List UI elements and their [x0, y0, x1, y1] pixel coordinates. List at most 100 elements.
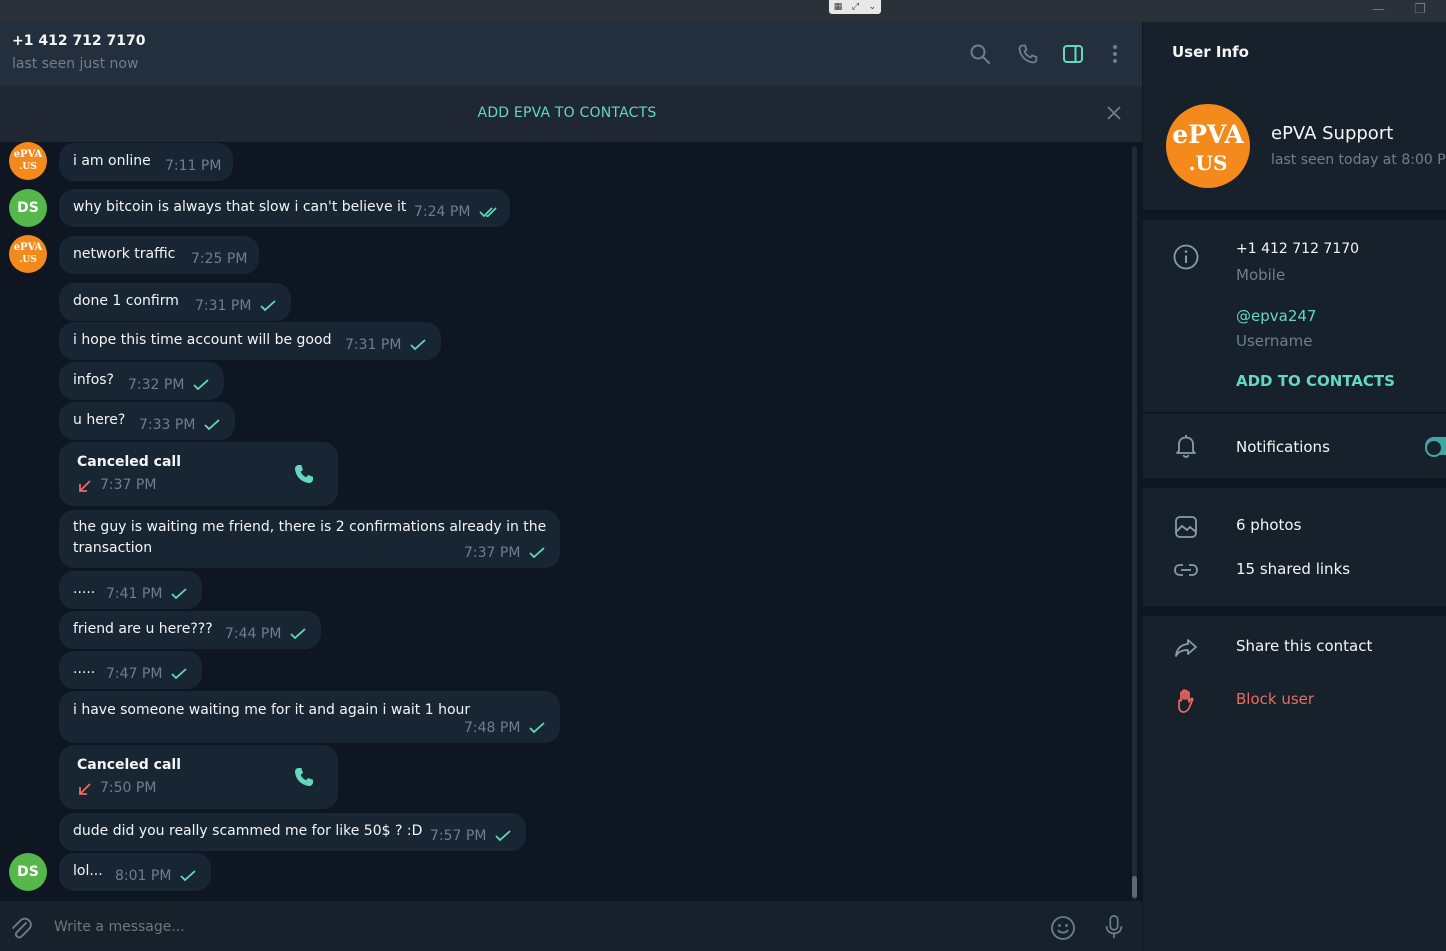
username-label: Username — [1236, 332, 1313, 350]
message-time: 7:32 PM — [128, 377, 185, 393]
scrollbar-track[interactable] — [1132, 146, 1137, 900]
message-bubble[interactable]: u here? 7:33 PM — [59, 402, 235, 440]
add-to-contacts-button[interactable]: ADD TO CONTACTS — [1236, 372, 1395, 390]
check-icon — [204, 419, 220, 431]
message-bubble[interactable]: why bitcoin is always that slow i can't … — [59, 189, 510, 227]
check-icon — [529, 722, 545, 734]
link-icon — [1174, 564, 1198, 576]
sidebar-toggle-icon[interactable] — [1061, 42, 1085, 66]
profile-status: last seen today at 8:00 PM — [1271, 152, 1446, 168]
share-icon — [1175, 639, 1197, 657]
phone-icon[interactable] — [1016, 42, 1040, 66]
check-icon — [171, 668, 187, 680]
bell-icon — [1176, 435, 1196, 458]
message-bubble[interactable]: i have someone waiting me for it and aga… — [59, 691, 560, 743]
username-link[interactable]: @epva247 — [1236, 307, 1316, 325]
call-back-phone-icon[interactable] — [292, 462, 316, 486]
message-time: 7:44 PM — [225, 626, 282, 642]
restore-icon[interactable]: ❐ — [1414, 2, 1426, 17]
share-contact-button[interactable]: Share this contact — [1236, 637, 1372, 655]
check-icon — [290, 628, 306, 640]
avatar-ds[interactable]: DS — [9, 189, 47, 227]
profile-avatar[interactable]: ePVA .US — [1166, 104, 1250, 188]
message-time: 7:57 PM — [430, 828, 487, 844]
message-time: 7:31 PM — [195, 298, 252, 314]
message-input[interactable] — [54, 919, 1014, 935]
attach-icon[interactable] — [8, 915, 34, 941]
call-time: 7:37 PM — [100, 477, 157, 493]
check-icon — [410, 339, 426, 351]
phone-number[interactable]: +1 412 712 7170 — [1236, 241, 1359, 257]
message-bubble[interactable]: network traffic 7:25 PM — [59, 236, 259, 274]
message-time: 7:47 PM — [106, 666, 163, 682]
message-text: lol... — [73, 863, 103, 879]
add-contact-bar: ADD EPVA TO CONTACTS — [0, 86, 1142, 142]
call-title: Canceled call — [77, 757, 182, 773]
message-bubble[interactable]: lol... 8:01 PM — [59, 853, 211, 891]
shared-links-link[interactable]: 15 shared links — [1236, 560, 1350, 578]
message-bubble[interactable]: i am online 7:11 PM — [59, 143, 233, 181]
message-time: 7:25 PM — [191, 251, 248, 267]
check-icon — [529, 547, 545, 559]
scrollbar-thumb[interactable] — [1132, 876, 1137, 898]
peer-name[interactable]: +1 412 712 7170 — [12, 33, 146, 49]
avatar-ds[interactable]: DS — [9, 853, 47, 891]
message-bubble[interactable]: infos? 7:32 PM — [59, 362, 224, 400]
message-text: done 1 confirm — [73, 293, 179, 309]
notifications-toggle[interactable] — [1425, 437, 1446, 457]
call-bubble[interactable]: Canceled call 7:37 PM — [59, 442, 338, 506]
message-text: friend are u here??? — [73, 621, 213, 637]
message-bubble[interactable]: friend are u here??? 7:44 PM — [59, 611, 321, 649]
expand-icon[interactable]: ⤢ — [852, 2, 859, 12]
message-bubble[interactable]: i hope this time account will be good 7:… — [59, 322, 441, 360]
message-bubble[interactable]: done 1 confirm 7:31 PM — [59, 283, 291, 321]
call-title: Canceled call — [77, 454, 182, 470]
check-icon — [495, 830, 511, 842]
grid-icon[interactable]: ▦ — [834, 2, 843, 12]
message-time: 7:41 PM — [106, 586, 163, 602]
window-titlebar: ▦ ⤢ ⌄ — ❐ — [0, 0, 1446, 22]
avatar-logo-text: .US — [19, 162, 37, 172]
avatar-epva[interactable]: ePVA .US — [9, 142, 47, 180]
section-divider — [1143, 478, 1446, 488]
message-text: ..... — [73, 661, 96, 677]
add-contact-button[interactable]: ADD EPVA TO CONTACTS — [0, 105, 1134, 121]
double-check-icon — [479, 207, 497, 218]
section-divider — [1143, 606, 1446, 616]
message-text: ..... — [73, 581, 96, 597]
photos-link[interactable]: 6 photos — [1236, 516, 1301, 534]
message-bubble[interactable]: ..... 7:41 PM — [59, 571, 202, 609]
message-time: 7:24 PM — [414, 204, 471, 220]
message-bubble[interactable]: ..... 7:47 PM — [59, 651, 202, 689]
check-icon — [193, 379, 209, 391]
block-hand-icon — [1178, 689, 1194, 713]
avatar-epva[interactable]: ePVA .US — [9, 235, 47, 273]
avatar-logo-text: .US — [19, 255, 37, 265]
more-vertical-icon[interactable] — [1103, 42, 1127, 66]
call-bubble[interactable]: Canceled call 7:50 PM — [59, 745, 338, 809]
close-icon[interactable] — [1104, 103, 1124, 123]
notifications-label: Notifications — [1236, 438, 1330, 456]
avatar-logo-text: ePVA — [13, 242, 43, 253]
check-icon — [180, 870, 196, 882]
microphone-icon[interactable] — [1101, 914, 1127, 940]
avatar-logo-text: ePVA — [1172, 120, 1244, 149]
emoji-icon[interactable] — [1050, 915, 1076, 941]
message-bubble[interactable]: the guy is waiting me friend, there is 2… — [59, 510, 560, 568]
check-icon — [260, 300, 276, 312]
message-text: u here? — [73, 412, 126, 428]
missed-call-arrow-icon — [79, 480, 91, 492]
minimize-icon[interactable]: — — [1372, 2, 1385, 17]
window-snap-widget[interactable]: ▦ ⤢ ⌄ — [829, 0, 881, 14]
block-user-button[interactable]: Block user — [1236, 690, 1314, 708]
message-time: 7:33 PM — [139, 417, 196, 433]
message-text: network traffic — [73, 246, 176, 262]
message-time: 7:48 PM — [464, 720, 521, 736]
message-time: 7:31 PM — [345, 337, 402, 353]
chevron-down-icon[interactable]: ⌄ — [869, 2, 877, 12]
call-back-phone-icon[interactable] — [292, 765, 316, 789]
message-text: i have someone waiting me for it and aga… — [73, 702, 471, 718]
message-bubble[interactable]: dude did you really scammed me for like … — [59, 813, 526, 851]
search-icon[interactable] — [968, 42, 992, 66]
message-text: i am online — [73, 153, 151, 169]
